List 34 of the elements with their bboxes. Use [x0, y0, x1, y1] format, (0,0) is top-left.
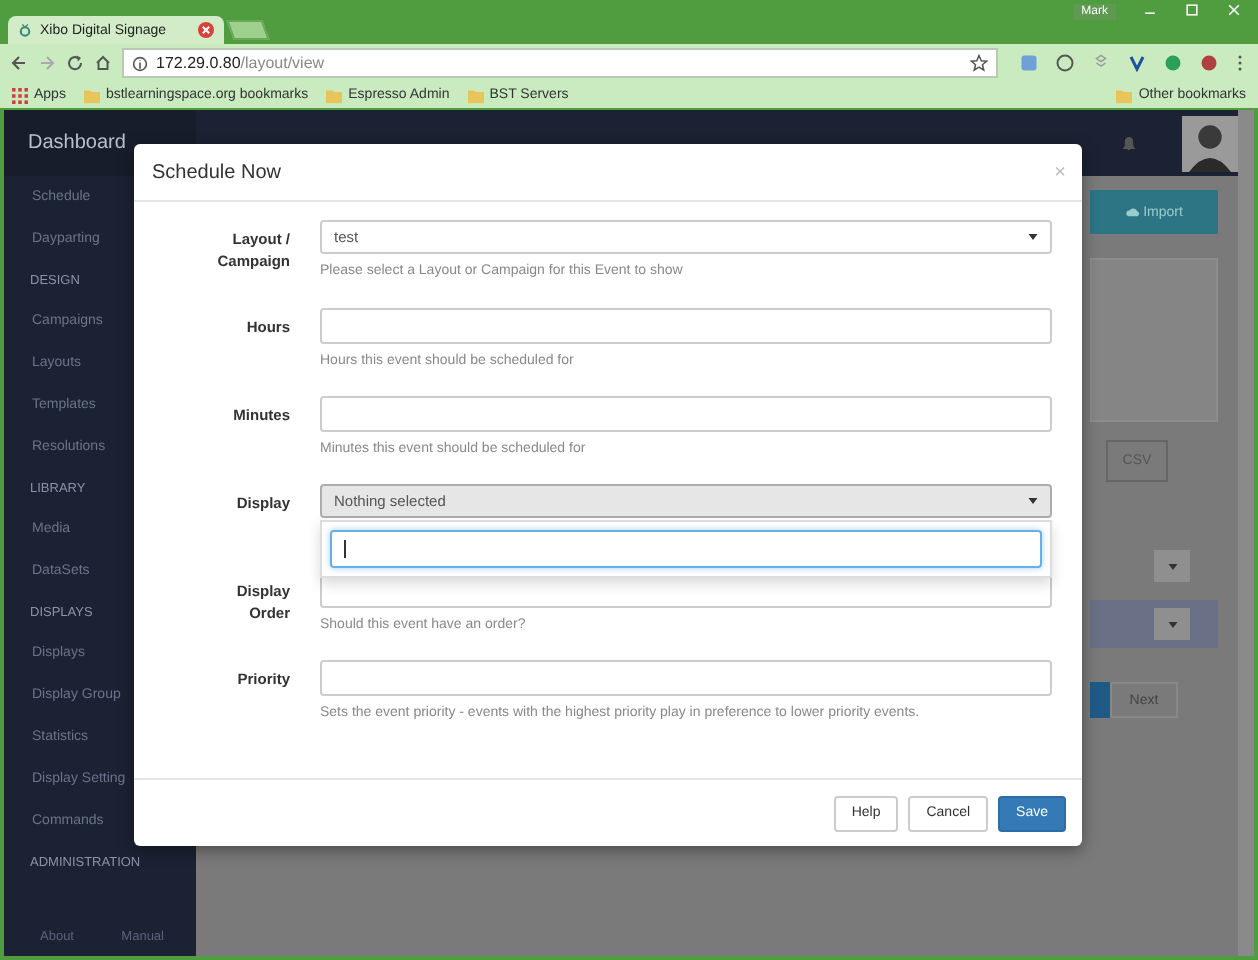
avatar-icon[interactable] — [1182, 115, 1238, 171]
dropdown-button[interactable] — [1154, 550, 1190, 582]
input-field[interactable] — [320, 308, 1052, 344]
maximize-icon[interactable] — [1184, 2, 1200, 18]
cloud-icon — [1125, 206, 1140, 218]
caret-icon — [1167, 621, 1177, 627]
folder-icon — [467, 87, 484, 103]
folder-icon — [1116, 87, 1133, 103]
input-field[interactable] — [320, 396, 1052, 432]
apps-grid-icon — [12, 87, 28, 103]
input-field[interactable] — [320, 660, 1052, 696]
dropdown-button[interactable] — [1154, 608, 1190, 640]
close-button[interactable]: × — [1054, 161, 1066, 183]
favicon-icon — [18, 22, 32, 38]
close-icon[interactable] — [198, 22, 214, 38]
forward-icon[interactable] — [38, 54, 56, 72]
home-icon[interactable] — [94, 54, 112, 72]
close-icon[interactable] — [1226, 2, 1242, 18]
back-icon[interactable] — [10, 54, 28, 72]
info-icon[interactable] — [132, 55, 148, 71]
text-cursor — [344, 540, 346, 558]
reload-icon[interactable] — [66, 54, 84, 72]
caret-icon — [1028, 234, 1038, 240]
address-bar[interactable]: 172.29.0.80/layout/view — [122, 48, 998, 78]
scrollbar[interactable] — [1238, 110, 1254, 956]
folder-icon — [83, 87, 100, 103]
bell-icon[interactable] — [1120, 134, 1138, 152]
bookmark-star-icon[interactable] — [970, 54, 988, 72]
search-field[interactable] — [330, 530, 1042, 568]
caret-icon — [1167, 563, 1177, 569]
new-tab-button[interactable] — [226, 20, 270, 40]
menu-icon[interactable] — [1236, 54, 1244, 72]
caret-icon — [1028, 498, 1038, 504]
folder-icon — [326, 87, 343, 103]
